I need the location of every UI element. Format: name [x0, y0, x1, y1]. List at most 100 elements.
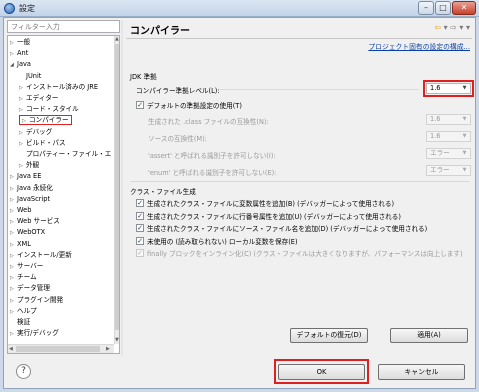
tree-item[interactable]: ▷ デバッグ: [19, 127, 52, 137]
scroll-left-icon[interactable]: ◀: [9, 346, 13, 352]
expand-arrow-icon[interactable]: ▷: [10, 49, 17, 59]
tree-item[interactable]: ▷ WebOTX: [10, 227, 45, 237]
tree-vertical-scrollbar[interactable]: ▲ ▼: [114, 36, 119, 344]
expand-arrow-icon[interactable]: ▷: [10, 217, 17, 227]
cancel-button[interactable]: キャンセル: [378, 364, 465, 380]
expand-arrow-icon[interactable]: ▷: [10, 195, 17, 205]
expand-arrow-icon[interactable]: ▷: [10, 307, 17, 317]
tree-item[interactable]: ▷ 実行/デバッグ: [10, 328, 59, 338]
expanded-arrow-icon[interactable]: ◢: [10, 60, 17, 70]
expand-arrow-icon[interactable]: ▷: [22, 117, 29, 125]
minimize-button[interactable]: –: [418, 1, 434, 15]
expand-arrow-icon[interactable]: ▷: [19, 128, 26, 138]
tree-item[interactable]: ▷ Web: [10, 205, 31, 215]
filter-input[interactable]: [8, 21, 119, 32]
forward-arrow-icon[interactable]: ⇨: [450, 23, 457, 32]
close-button[interactable]: ✕: [452, 1, 476, 15]
tree-item[interactable]: ▷ JavaScript: [10, 194, 50, 204]
tree-item-label: Web: [17, 206, 32, 214]
scroll-right-icon[interactable]: ▶: [106, 346, 110, 352]
option-checkbox[interactable]: ✓: [136, 211, 144, 220]
tree-item[interactable]: プロパティー・ファイル・エ: [19, 149, 111, 159]
tree-item[interactable]: ▷ Java EE: [10, 171, 41, 181]
tree-horizontal-scrollbar[interactable]: ◀ ▶: [8, 344, 114, 353]
expand-arrow-icon[interactable]: ▷: [19, 105, 26, 115]
preference-tree[interactable]: ▷ 一般 ▷ Ant ◢ Java JUnit ▷ インストール済みの JRE ▷ エディター ▷ コー…: [7, 35, 120, 354]
maximize-button[interactable]: □: [435, 1, 451, 15]
tree-item[interactable]: ▷ プラグイン開発: [10, 295, 63, 305]
expand-arrow-icon[interactable]: ▷: [19, 83, 26, 93]
tree-item-label: 一般: [17, 38, 31, 46]
preference-page: コンパイラー ⇦ ▾ ⇨ ▾ ▾ プロジェクト固有の設定の構成... JDK 準…: [124, 18, 474, 358]
restore-defaults-button[interactable]: デフォルトの復元(D): [290, 328, 368, 343]
jdk-section-label: JDK 準拠: [130, 73, 157, 81]
compliance-level-select[interactable]: 1.6 ▼: [426, 83, 471, 94]
expand-arrow-icon[interactable]: ▷: [10, 273, 17, 283]
tree-item[interactable]: ▷ ビルド・パス: [19, 138, 66, 148]
expand-arrow-icon[interactable]: ▷: [10, 240, 17, 250]
expand-arrow-icon[interactable]: ▷: [10, 206, 17, 216]
expand-arrow-icon[interactable]: ▷: [19, 161, 26, 171]
scroll-up-icon[interactable]: ▲: [115, 36, 119, 42]
option-checkbox[interactable]: ✓: [136, 249, 144, 257]
tree-item[interactable]: ▷ 外観: [19, 160, 39, 170]
expand-arrow-icon[interactable]: ▷: [10, 262, 17, 272]
tree-item[interactable]: ▷ データ管理: [10, 283, 50, 293]
filter-field[interactable]: [7, 20, 120, 33]
expand-arrow-icon[interactable]: ▷: [10, 296, 17, 306]
tree-item[interactable]: ▷ Ant: [10, 48, 28, 58]
view-menu-icon[interactable]: ▾: [466, 23, 470, 32]
expand-arrow-icon[interactable]: ▷: [10, 284, 17, 294]
scroll-down-icon[interactable]: ▼: [115, 337, 119, 343]
enum-select[interactable]: エラー ▼: [426, 165, 471, 176]
expand-arrow-icon[interactable]: ▷: [10, 184, 17, 194]
forward-dropdown-icon[interactable]: ▾: [459, 23, 463, 32]
expand-arrow-icon[interactable]: ▷: [10, 172, 17, 182]
tree-item[interactable]: ▷ コード・スタイル: [19, 104, 79, 114]
tree-item[interactable]: ▷ インストール済みの JRE: [19, 82, 98, 92]
help-icon[interactable]: ?: [16, 364, 31, 379]
option-checkbox[interactable]: ✓: [136, 199, 144, 207]
tree-item[interactable]: ▷ エディター: [19, 93, 59, 103]
expand-arrow-icon[interactable]: ▷: [10, 251, 17, 261]
tree-item[interactable]: 検証: [10, 317, 30, 327]
expand-arrow-icon[interactable]: ▷: [10, 38, 17, 48]
tree-item-label: ビルド・パス: [26, 138, 66, 147]
tree-item[interactable]: ▷ Web サービス: [10, 216, 60, 226]
option-checkbox[interactable]: ✓: [136, 224, 144, 232]
vertical-scroll-thumb[interactable]: [115, 44, 119, 330]
option-label: 生成されたクラス・ファイルに変数属性を追加(B) (デバッガーによって使用される…: [147, 200, 395, 208]
title-bar: 設定 – □ ✕: [0, 0, 479, 17]
project-settings-link[interactable]: プロジェクト固有の設定の構成...: [368, 41, 470, 51]
back-dropdown-icon[interactable]: ▾: [444, 23, 448, 32]
option-checkbox[interactable]: ✓: [136, 236, 144, 245]
source-compat-select[interactable]: 1.6 ▼: [426, 131, 471, 142]
assert-select[interactable]: エラー ▼: [426, 148, 471, 159]
tree-item[interactable]: ▷ 一般: [10, 37, 30, 47]
generated-class-select[interactable]: 1.6 ▼: [426, 114, 471, 125]
expand-arrow-icon[interactable]: ▷: [19, 94, 26, 104]
option-label: 未使用の (読み取られない) ローカル変数を保存(E): [147, 237, 298, 246]
tree-item[interactable]: ▷ チーム: [10, 272, 37, 282]
title-separator: [126, 38, 472, 39]
tree-item-label: Java 永続化: [17, 183, 53, 192]
tree-item[interactable]: ▷ コンパイラー: [19, 115, 72, 126]
pane-splitter[interactable]: [121, 20, 123, 356]
tree-item[interactable]: ▷ Java 永続化: [10, 183, 53, 193]
ok-button[interactable]: OK: [278, 364, 365, 380]
tree-item[interactable]: ◢ Java: [10, 59, 31, 69]
tree-item[interactable]: ▷ ヘルプ: [10, 306, 37, 316]
expand-arrow-icon[interactable]: ▷: [19, 139, 26, 149]
horizontal-scroll-thumb[interactable]: [16, 346, 100, 352]
back-arrow-icon[interactable]: ⇦: [434, 23, 441, 32]
chevron-down-icon: ▼: [462, 133, 467, 139]
expand-arrow-icon[interactable]: ▷: [10, 228, 17, 238]
tree-item[interactable]: ▷ XML: [10, 239, 31, 249]
expand-arrow-icon[interactable]: ▷: [10, 329, 17, 339]
use-default-checkbox[interactable]: ✓: [136, 101, 144, 109]
apply-button[interactable]: 適用(A): [390, 328, 468, 343]
tree-item[interactable]: JUnit: [19, 71, 41, 81]
tree-item[interactable]: ▷ サーバー: [10, 261, 43, 271]
tree-item[interactable]: ▷ インストール/更新: [10, 250, 72, 260]
page-nav: ⇦ ▾ ⇨ ▾ ▾: [434, 23, 470, 32]
